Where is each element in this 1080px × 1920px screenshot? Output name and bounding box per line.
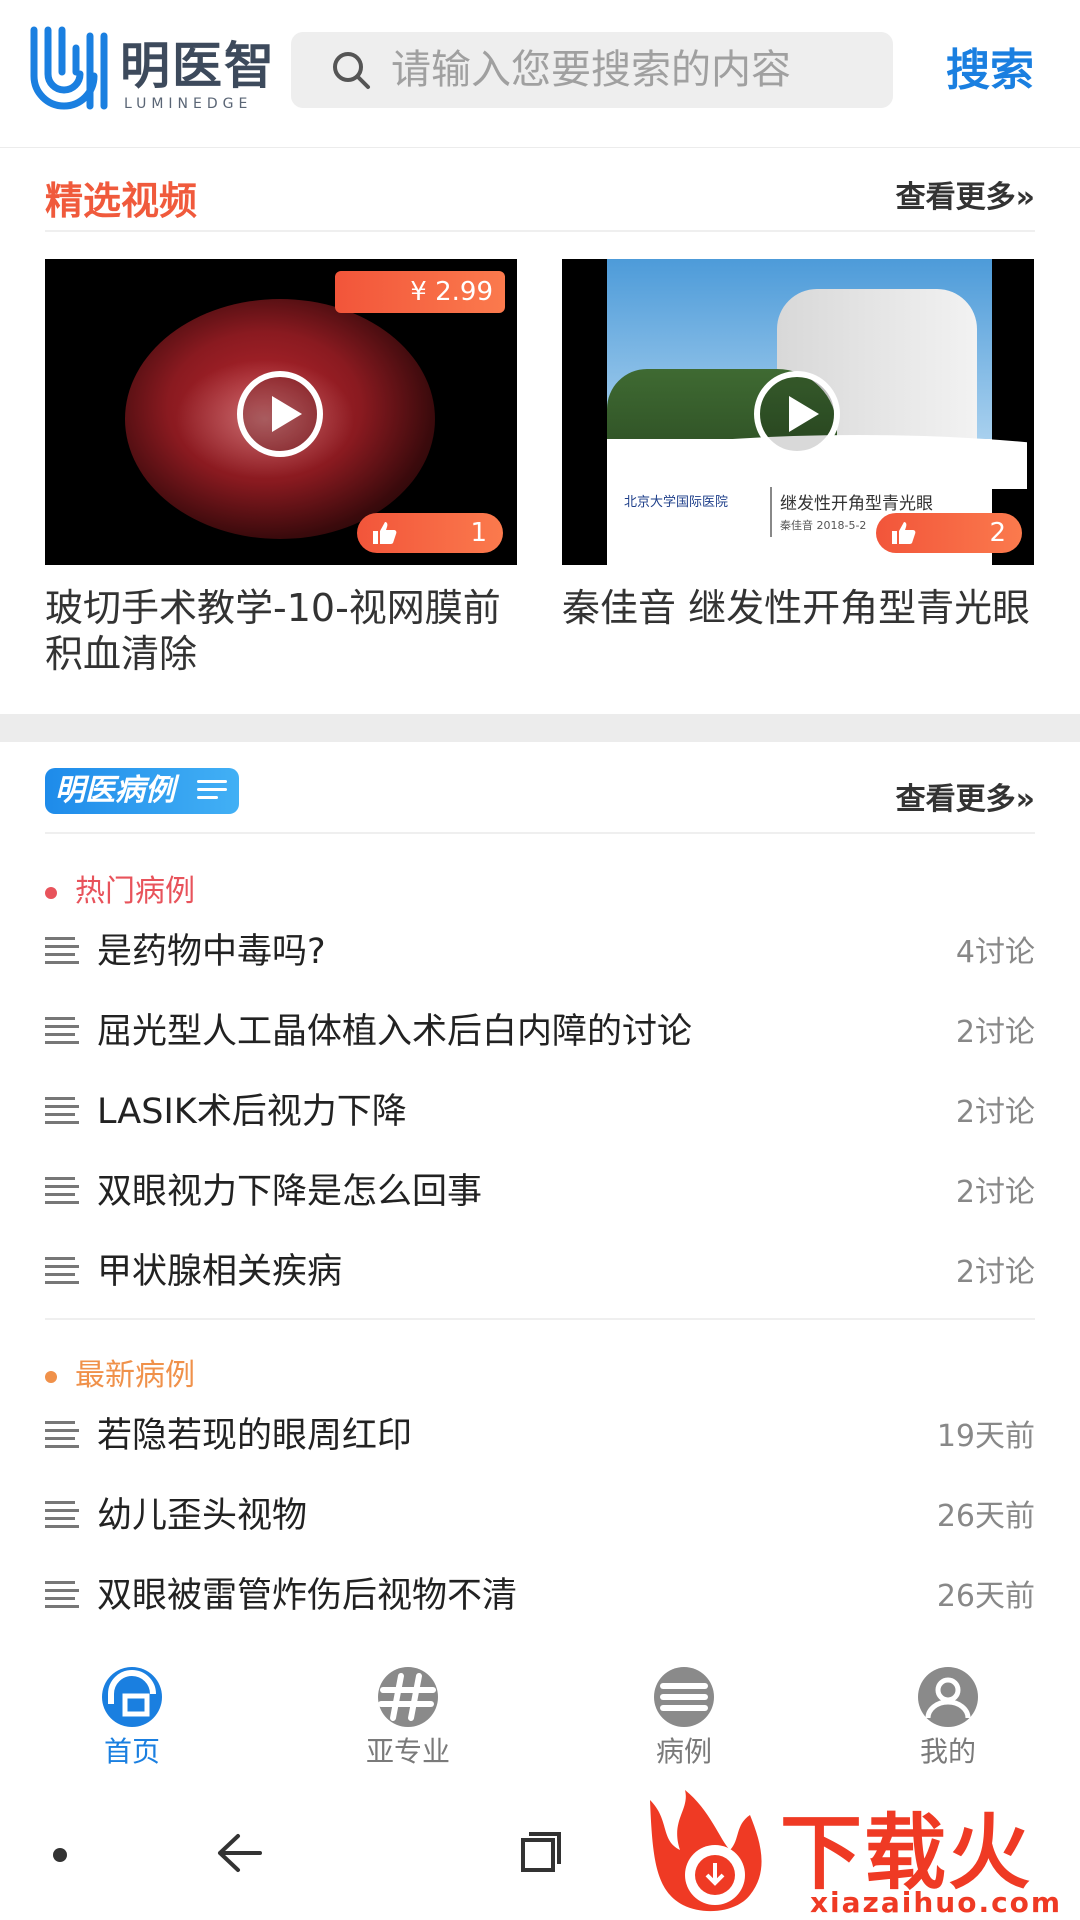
case-discussion-count: 2讨论: [955, 1255, 1035, 1290]
case-timestamp: 19天前: [936, 1419, 1035, 1454]
recent-apps-icon[interactable]: [515, 1828, 563, 1876]
case-discussion-count: 2讨论: [955, 1095, 1035, 1130]
play-icon[interactable]: [754, 371, 840, 457]
tab-home-label: 首页: [103, 1735, 160, 1768]
back-arrow-icon[interactable]: [214, 1828, 264, 1878]
tab-cases-label: 病例: [655, 1735, 712, 1768]
price-badge: ¥ 2.99: [335, 271, 505, 313]
watermark-url: xiazaihuo.com: [810, 1886, 1063, 1919]
play-icon[interactable]: [237, 371, 323, 457]
like-badge: 2: [876, 513, 1022, 553]
case-title[interactable]: 幼儿歪头视物: [97, 1487, 307, 1538]
case-timestamp: 26天前: [936, 1579, 1035, 1614]
case-title[interactable]: 双眼被雷管炸伤后视物不清: [97, 1567, 517, 1618]
case-list-item[interactable]: 甲状腺相关疾病 2讨论: [45, 1237, 1035, 1297]
case-title[interactable]: 双眼视力下降是怎么回事: [97, 1163, 482, 1214]
case-title[interactable]: 屈光型人工晶体植入术后白内障的讨论: [97, 1003, 692, 1054]
tab-cases[interactable]: 病例: [604, 1666, 764, 1776]
app-logo[interactable]: 明医智 LUMINEDGE: [28, 26, 274, 116]
video-title[interactable]: 秦佳音 继发性开角型青光眼: [562, 585, 1034, 631]
flame-logo-icon: [650, 1790, 762, 1912]
tab-profile[interactable]: 我的: [868, 1666, 1028, 1776]
video-thumbnail[interactable]: 北京大学国际医院 继发性开角型青光眼 秦佳音 2018-5-2 2: [562, 259, 1034, 565]
latest-cases-label: 最新病例: [75, 1358, 195, 1393]
home-icon: [102, 1667, 162, 1727]
case-discussion-count: 4讨论: [955, 935, 1035, 970]
document-icon: [45, 1097, 79, 1125]
like-count: 2: [989, 518, 1006, 548]
case-discussion-count: 2讨论: [955, 1175, 1035, 1210]
video-title[interactable]: 玻切手术教学-10-视网膜前积血清除: [45, 585, 517, 677]
tab-profile-label: 我的: [919, 1735, 976, 1768]
case-title[interactable]: 甲状腺相关疾病: [97, 1243, 342, 1294]
bottom-tab-bar: 首页 亚专业 病例 我的: [0, 1652, 1080, 1780]
document-icon: [45, 1017, 79, 1045]
tab-home[interactable]: 首页: [52, 1666, 212, 1776]
case-timestamp: 26天前: [936, 1499, 1035, 1534]
document-icon: [45, 1501, 79, 1529]
case-title[interactable]: LASIK术后视力下降: [97, 1083, 407, 1134]
case-list-item[interactable]: 双眼视力下降是怎么回事 2讨论: [45, 1157, 1035, 1217]
hashtag-icon: [378, 1667, 438, 1727]
logo-mark-icon: [30, 26, 108, 110]
app-header: 明医智 LUMINEDGE 搜索: [0, 0, 1080, 148]
featured-videos-more-link[interactable]: 查看更多»: [896, 172, 1035, 216]
case-list-item[interactable]: 屈光型人工晶体植入术后白内障的讨论 2讨论: [45, 997, 1035, 1057]
case-list-item[interactable]: 是药物中毒吗? 4讨论: [45, 917, 1035, 977]
cases-tag: 明医病例: [45, 768, 239, 814]
search-input[interactable]: [391, 32, 871, 108]
hot-cases-heading: 热门病例: [45, 866, 195, 910]
search-button[interactable]: 搜索: [930, 36, 1050, 106]
tab-subspecialty-label: 亚专业: [365, 1735, 450, 1768]
case-discussion-count: 2讨论: [955, 1015, 1035, 1050]
cases-header: 明医病例 查看更多»: [45, 754, 1035, 834]
list-lines-icon: [197, 780, 227, 802]
document-icon: [45, 1581, 79, 1609]
document-icon: [45, 1421, 79, 1449]
featured-videos-title: 精选视频: [45, 179, 198, 223]
section-divider: [0, 714, 1080, 742]
like-count: 1: [470, 518, 487, 548]
featured-videos-header: 精选视频 查看更多»: [45, 152, 1035, 232]
search-icon: [333, 52, 370, 89]
system-dot-icon[interactable]: [53, 1848, 67, 1862]
latest-cases-heading: 最新病例: [45, 1350, 195, 1394]
document-icon: [45, 937, 79, 965]
bullet-dot-icon: [45, 886, 57, 899]
cases-more-link[interactable]: 查看更多»: [896, 774, 1035, 818]
document-icon: [45, 1257, 79, 1285]
slide-title: 继发性开角型青光眼: [780, 494, 933, 514]
thumbs-up-icon: [892, 522, 916, 544]
document-icon: [45, 1177, 79, 1205]
user-icon: [918, 1667, 978, 1727]
search-bar[interactable]: [291, 32, 893, 108]
like-badge: 1: [357, 513, 503, 553]
thumbs-up-icon: [373, 522, 397, 544]
cases-tag-label: 明医病例: [55, 773, 175, 808]
slide-institution: 北京大学国际医院: [624, 495, 729, 510]
logo-subtitle: LUMINEDGE: [124, 96, 253, 112]
watermark: 下载火 xiazaihuo.com: [640, 1780, 1080, 1920]
tab-subspecialty[interactable]: 亚专业: [328, 1666, 488, 1776]
hot-cases-label: 热门病例: [75, 874, 195, 909]
bullet-dot-icon: [45, 1370, 57, 1383]
case-list-item[interactable]: 双眼被雷管炸伤后视物不清 26天前: [45, 1561, 1035, 1621]
case-list-icon: [654, 1667, 714, 1727]
logo-title: 明医智: [120, 37, 276, 95]
case-list-item[interactable]: LASIK术后视力下降 2讨论: [45, 1077, 1035, 1137]
list-divider: [45, 1318, 1035, 1320]
case-title[interactable]: 是药物中毒吗?: [97, 923, 326, 974]
video-thumbnail[interactable]: ¥ 2.99 1: [45, 259, 517, 565]
case-list-item[interactable]: 若隐若现的眼周红印 19天前: [45, 1401, 1035, 1461]
case-list-item[interactable]: 幼儿歪头视物 26天前: [45, 1481, 1035, 1541]
slide-meta: 秦佳音 2018-5-2: [780, 519, 867, 532]
case-title[interactable]: 若隐若现的眼周红印: [97, 1407, 412, 1458]
